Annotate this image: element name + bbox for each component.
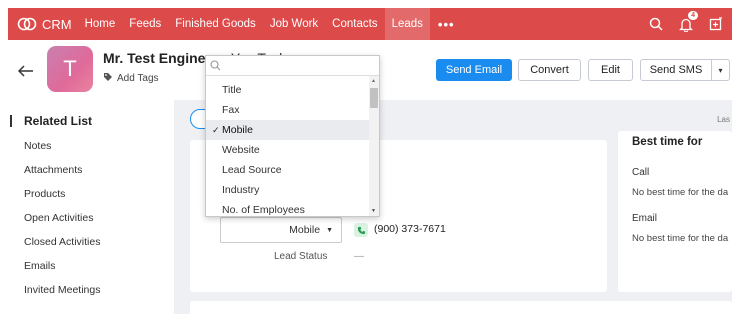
related-list-marker bbox=[10, 115, 12, 127]
nav-contacts[interactable]: Contacts bbox=[325, 8, 384, 40]
sidebar-item-products[interactable]: Products bbox=[24, 188, 65, 200]
nav-more-button[interactable]: ••• bbox=[430, 17, 463, 32]
notification-badge: 4 bbox=[688, 11, 698, 20]
record-name: Mr. Test Engineer bbox=[103, 50, 219, 66]
call-label: Call bbox=[632, 167, 650, 178]
sidebar-item-invited-meetings[interactable]: Invited Meetings bbox=[24, 284, 100, 296]
last-modified-label: Las bbox=[717, 115, 730, 124]
nav-leads[interactable]: Leads bbox=[384, 8, 430, 40]
tag-icon bbox=[103, 72, 113, 85]
bell-icon[interactable]: 4 bbox=[678, 11, 698, 32]
check-icon: ✓ bbox=[212, 125, 220, 135]
dropdown-search-input[interactable] bbox=[206, 56, 379, 76]
scroll-down-icon[interactable]: ▼ bbox=[371, 208, 376, 214]
phone-number[interactable]: (900) 373-7671 bbox=[374, 223, 446, 235]
sidebar-item-open-activities[interactable]: Open Activities bbox=[24, 212, 93, 224]
phone-icon[interactable] bbox=[354, 223, 368, 237]
lead-status-label: Lead Status bbox=[274, 251, 328, 262]
avatar[interactable]: T bbox=[47, 46, 93, 92]
send-sms-button[interactable]: Send SMS bbox=[640, 59, 712, 81]
nav-home[interactable]: Home bbox=[78, 8, 123, 40]
nav-finished-goods[interactable]: Finished Goods bbox=[168, 8, 263, 40]
sidebar-item-notes[interactable]: Notes bbox=[24, 140, 51, 152]
email-best-time: No best time for the da bbox=[632, 233, 729, 244]
crm-logo[interactable]: CRM bbox=[17, 17, 72, 32]
search-icon bbox=[210, 60, 221, 71]
dropdown-option-title[interactable]: Title bbox=[206, 80, 369, 100]
dropdown-option-website[interactable]: Website bbox=[206, 140, 369, 160]
edit-button[interactable]: Edit bbox=[588, 59, 633, 81]
crm-logo-icon bbox=[17, 17, 37, 31]
related-list-title: Related List bbox=[24, 114, 93, 128]
email-label: Email bbox=[632, 213, 658, 224]
dropdown-option-industry[interactable]: Industry bbox=[206, 180, 369, 200]
phone-type-dropdown: Title Fax ✓ Mobile Website Lead Source I… bbox=[205, 55, 380, 217]
compose-icon[interactable] bbox=[708, 16, 724, 32]
lead-status-value[interactable]: — bbox=[354, 251, 364, 262]
dropdown-option-fax[interactable]: Fax bbox=[206, 100, 369, 120]
dropdown-option-no-of-employees[interactable]: No. of Employees bbox=[206, 200, 369, 216]
scroll-up-icon[interactable]: ▲ bbox=[371, 78, 376, 84]
phone-type-value: Mobile bbox=[289, 224, 321, 236]
dropdown-scrollbar[interactable]: ▲ ▼ bbox=[369, 76, 379, 216]
top-nav-bar: CRM Home Feeds Finished Goods Job Work C… bbox=[8, 8, 732, 40]
dropdown-option-mobile-label: Mobile bbox=[222, 124, 253, 136]
scrollbar-thumb[interactable] bbox=[370, 88, 378, 108]
nav-job-work[interactable]: Job Work bbox=[263, 8, 325, 40]
chevron-down-icon: ▼ bbox=[326, 226, 333, 234]
app-name: CRM bbox=[42, 16, 72, 32]
dropdown-option-lead-source[interactable]: Lead Source bbox=[206, 160, 369, 180]
call-best-time: No best time for the da bbox=[632, 187, 729, 198]
add-tags-label: Add Tags bbox=[117, 73, 159, 84]
sidebar-item-emails[interactable]: Emails bbox=[24, 260, 56, 272]
search-icon[interactable] bbox=[648, 16, 664, 32]
dropdown-option-mobile[interactable]: ✓ Mobile bbox=[206, 120, 369, 140]
phone-type-select[interactable]: Mobile ▼ bbox=[220, 217, 342, 243]
more-actions-dropdown[interactable]: ▾ bbox=[712, 59, 730, 81]
best-time-card: Best time for Call No best time for the … bbox=[618, 131, 732, 292]
send-email-button[interactable]: Send Email bbox=[436, 59, 512, 81]
bottom-card bbox=[190, 301, 732, 314]
sidebar-item-closed-activities[interactable]: Closed Activities bbox=[24, 236, 100, 248]
back-arrow-icon[interactable] bbox=[17, 64, 34, 82]
chevron-down-icon: ▾ bbox=[718, 65, 723, 75]
convert-button[interactable]: Convert bbox=[518, 59, 581, 81]
add-tags-link[interactable]: Add Tags bbox=[103, 72, 159, 85]
sidebar-item-attachments[interactable]: Attachments bbox=[24, 164, 82, 176]
nav-feeds[interactable]: Feeds bbox=[122, 8, 168, 40]
related-list-sidebar: Related List Notes Attachments Products … bbox=[8, 100, 174, 314]
best-time-title: Best time for bbox=[632, 136, 703, 148]
